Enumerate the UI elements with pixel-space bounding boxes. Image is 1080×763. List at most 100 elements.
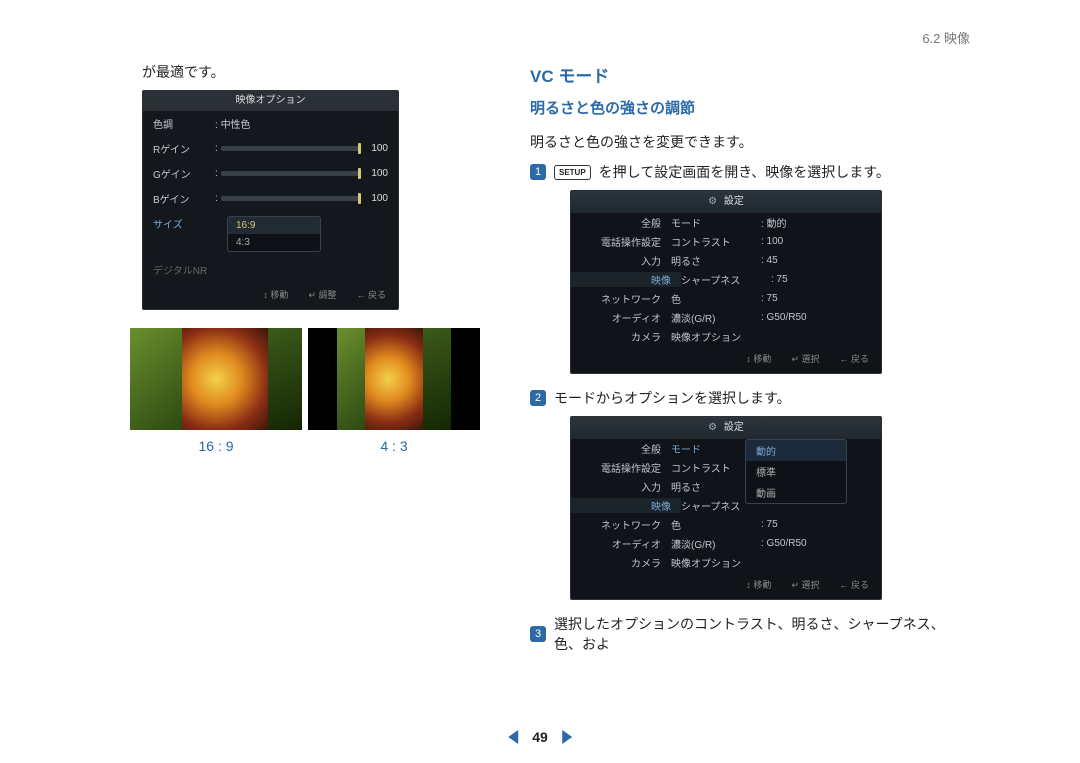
row-hue: 色調 : 中性色 <box>143 111 398 136</box>
step-bullet-2: 2 <box>530 390 546 406</box>
side-network[interactable]: ネットワーク <box>581 517 671 532</box>
side-network[interactable]: ネットワーク <box>581 291 671 306</box>
slider-track <box>221 146 360 151</box>
bgain-slider[interactable]: 100 <box>221 193 388 204</box>
side-audio[interactable]: オーディオ <box>581 310 671 325</box>
row-dnr-label: デジタルNR <box>153 262 215 277</box>
osd-a-row-contrast: 電話操作設定 コントラスト : 100 <box>571 232 881 251</box>
gear-icon: ⚙ <box>708 191 717 213</box>
step-1-text: を押して設定画面を開き、映像を選択します。 <box>599 162 890 182</box>
osd-a-row-gr: オーディオ 濃淡(G/R) : G50/R50 <box>571 308 881 327</box>
side-video[interactable]: 映像 <box>571 498 681 513</box>
left-column: が最適です。 映像オプション 色調 : 中性色 Rゲイン : 100 Gゲイン … <box>130 62 500 454</box>
gear-icon: ⚙ <box>708 417 717 439</box>
mid-gr: 濃淡(G/R) <box>671 310 761 325</box>
size-opt-43[interactable]: 4:3 <box>228 234 320 251</box>
footer-select: ↵ 選択 <box>791 352 819 365</box>
footer-back: ← 戻る <box>839 352 869 365</box>
rgain-slider[interactable]: 100 <box>221 143 388 154</box>
step-2: 2 モードからオプションを選択します。 <box>530 388 970 408</box>
mid-color: 色 <box>671 291 761 306</box>
val-contrast: : 100 <box>761 236 871 247</box>
mode-popover: 動的 標準 動画 <box>745 439 847 504</box>
prev-page-icon[interactable] <box>508 730 518 744</box>
row-bgain: Bゲイン : 100 <box>143 186 398 211</box>
right-column: VC モード 明るさと色の強さの調節 明るさと色の強さを変更できます。 1 SE… <box>530 62 970 660</box>
mode-opt-dynamic[interactable]: 動的 <box>746 440 846 461</box>
side-input[interactable]: 入力 <box>581 479 671 494</box>
sample-169: 16 : 9 <box>130 328 302 454</box>
mid-vopt: 映像オプション <box>671 555 761 570</box>
aspect-samples: 16 : 9 4 : 3 <box>130 328 500 454</box>
osd-a-row-bright: 入力 明るさ : 45 <box>571 251 881 270</box>
mode-opt-standard[interactable]: 標準 <box>746 461 846 482</box>
row-ggain: Gゲイン : 100 <box>143 161 398 186</box>
side-general[interactable]: 全般 <box>581 441 671 456</box>
val-sharp: : 75 <box>771 274 871 285</box>
osd-b-row-color: ネットワーク 色 : 75 <box>571 515 881 534</box>
side-general[interactable]: 全般 <box>581 215 671 230</box>
mid-contrast: コントラスト <box>671 234 761 249</box>
osd1-footer: ↕ 移動 ↵ 調整 ← 戻る <box>143 282 398 309</box>
slider-track <box>221 171 360 176</box>
footer-move: ↕ 移動 <box>746 578 771 591</box>
val-gr: : G50/R50 <box>761 312 871 323</box>
footer-enter: ↵ 調整 <box>308 288 336 301</box>
side-phone[interactable]: 電話操作設定 <box>581 460 671 475</box>
sample-43-image <box>308 328 480 430</box>
size-opt-169[interactable]: 16:9 <box>228 217 320 234</box>
size-dropdown[interactable]: 16:9 4:3 <box>227 216 321 252</box>
page-number: 49 <box>532 729 548 745</box>
side-phone[interactable]: 電話操作設定 <box>581 234 671 249</box>
osd-settings-b: ⚙ 設定 全般 モード 電話操作設定 コントラスト 入力 明るさ 映像 シャープ… <box>570 416 882 600</box>
side-camera[interactable]: カメラ <box>581 555 671 570</box>
next-page-icon[interactable] <box>562 730 572 744</box>
row-bgain-label: Bゲイン <box>153 191 215 206</box>
ratio-43-label: 4 : 3 <box>308 438 480 454</box>
osd-a-row-sharp: 映像 シャープネス : 75 <box>571 270 881 289</box>
mid-mode: モード <box>671 215 761 230</box>
setup-key-icon: SETUP <box>554 165 591 180</box>
row-hue-label: 色調 <box>153 116 215 131</box>
osd-b-row-gr: オーディオ 濃淡(G/R) : G50/R50 <box>571 534 881 553</box>
osd-video-options: 映像オプション 色調 : 中性色 Rゲイン : 100 Gゲイン : 100 B… <box>142 90 399 310</box>
side-camera[interactable]: カメラ <box>581 329 671 344</box>
mid-vopt: 映像オプション <box>671 329 761 344</box>
osd-b-footer: ↕ 移動 ↵ 選択 ← 戻る <box>571 572 881 599</box>
osd-a-footer: ↕ 移動 ↵ 選択 ← 戻る <box>571 346 881 373</box>
val-color: : 75 <box>761 519 871 530</box>
footer-select: ↵ 選択 <box>791 578 819 591</box>
row-dnr: デジタルNR <box>143 257 398 282</box>
footer-back: ← 戻る <box>839 578 869 591</box>
osd-settings-a: ⚙ 設定 全般 モード : 動的 電話操作設定 コントラスト : 100 入力 … <box>570 190 882 374</box>
step-bullet-3: 3 <box>530 626 546 642</box>
sample-43: 4 : 3 <box>308 328 480 454</box>
side-video[interactable]: 映像 <box>571 272 681 287</box>
heading-brightness-color: 明るさと色の強さの調節 <box>530 97 970 118</box>
osd-a-row-mode: 全般 モード : 動的 <box>571 213 881 232</box>
bgain-value: 100 <box>366 193 388 204</box>
side-input[interactable]: 入力 <box>581 253 671 268</box>
val-gr: : G50/R50 <box>761 538 871 549</box>
rgain-value: 100 <box>366 143 388 154</box>
ggain-slider[interactable]: 100 <box>221 168 388 179</box>
osd-a-row-color: ネットワーク 色 : 75 <box>571 289 881 308</box>
osd-b-row-vopt: カメラ 映像オプション <box>571 553 881 572</box>
mid-bright: 明るさ <box>671 253 761 268</box>
row-rgain-label: Rゲイン <box>153 141 215 156</box>
desc-brightness-color: 明るさと色の強さを変更できます。 <box>530 132 970 152</box>
footer-back: ← 戻る <box>356 288 386 301</box>
mid-sharp: シャープネス <box>681 272 771 287</box>
mode-opt-movie[interactable]: 動画 <box>746 482 846 503</box>
row-rgain: Rゲイン : 100 <box>143 136 398 161</box>
osd-a-row-vopt: カメラ 映像オプション <box>571 327 881 346</box>
step-1: 1 SETUP を押して設定画面を開き、映像を選択します。 <box>530 162 970 182</box>
mid-gr: 濃淡(G/R) <box>671 536 761 551</box>
side-audio[interactable]: オーディオ <box>581 536 671 551</box>
footer-move: ↕ 移動 <box>746 352 771 365</box>
page-nav: 49 <box>508 729 572 745</box>
row-size-label: サイズ <box>153 216 215 231</box>
section-header: 6.2 映像 <box>922 28 970 47</box>
row-hue-value: : 中性色 <box>215 116 388 131</box>
mid-color: 色 <box>671 517 761 532</box>
